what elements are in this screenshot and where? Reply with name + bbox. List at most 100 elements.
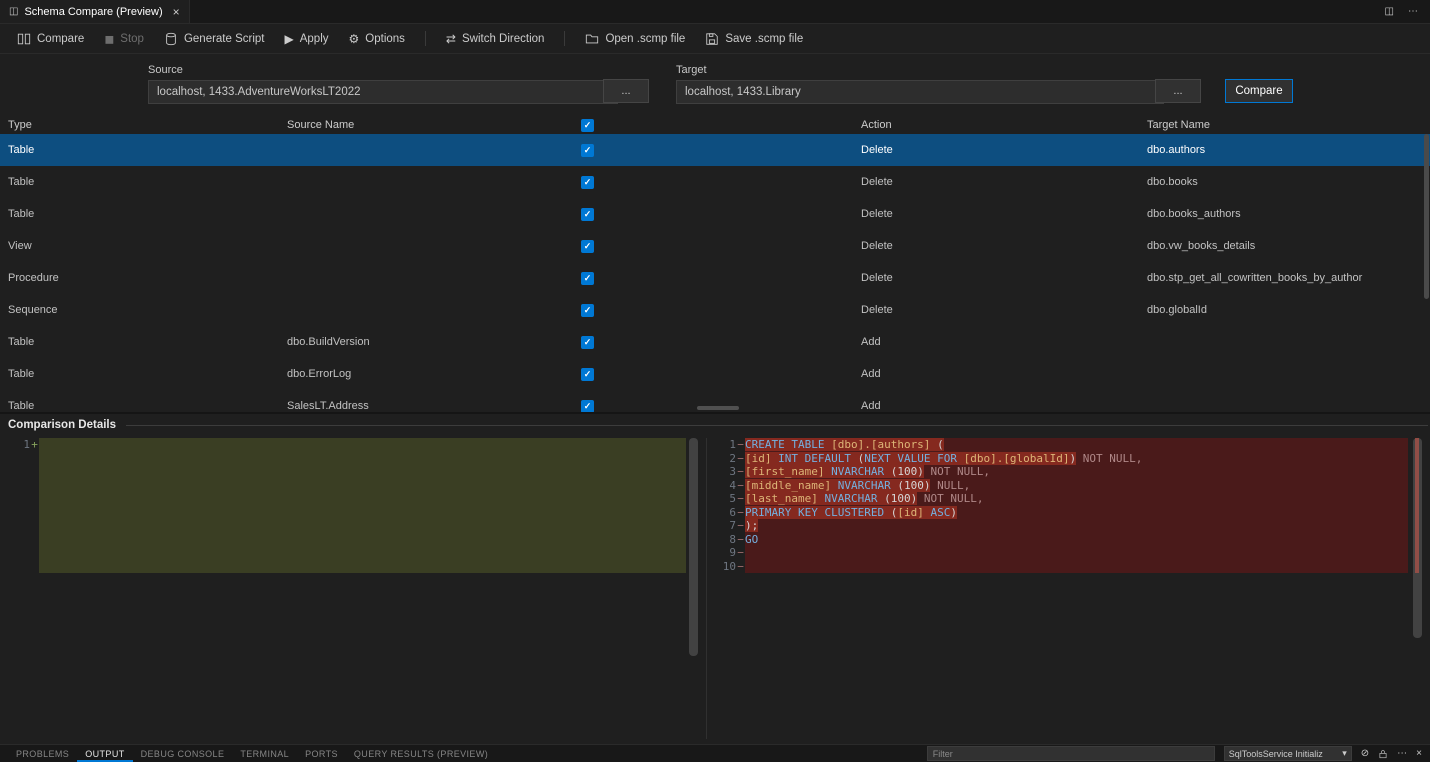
tab-close-icon[interactable]: ×: [173, 5, 180, 19]
check-icon: ✓: [584, 402, 592, 411]
code-token: ): [950, 506, 957, 519]
line-number: 7: [714, 519, 736, 533]
output-filter-input[interactable]: [927, 746, 1215, 761]
line-number: 9: [714, 546, 736, 560]
panel-tab-output[interactable]: OUTPUT: [77, 745, 132, 762]
more-actions-icon[interactable]: ⋯: [1408, 7, 1418, 17]
code-token: (100): [891, 465, 924, 478]
line-text: CREATE TABLE [dbo].[authors] (: [745, 438, 1408, 452]
stop-label: Stop: [120, 33, 144, 45]
options-button[interactable]: ⚙ Options: [340, 30, 414, 48]
row-target-name: dbo.books_authors: [1145, 208, 1430, 220]
diff-delete-marker: −: [736, 560, 745, 574]
code-token: [id]: [745, 452, 778, 465]
grid-row[interactable]: View ✓ Delete dbo.vw_books_details: [0, 230, 1430, 262]
panel-tab-debug-console[interactable]: DEBUG CONSOLE: [133, 745, 233, 762]
row-target-name: dbo.books: [1145, 176, 1430, 188]
source-pane-scrollbar[interactable]: [689, 438, 698, 656]
output-channel-select[interactable]: SqlToolsService Initializ ▾: [1224, 746, 1352, 761]
more-actions-icon[interactable]: ⋯: [1397, 749, 1407, 759]
code-token: GO: [745, 533, 758, 546]
gear-icon: ⚙: [349, 33, 360, 45]
diff-source-pane: 1 +: [8, 438, 700, 739]
select-all-checkbox[interactable]: ✓: [581, 119, 594, 132]
close-panel-icon[interactable]: ×: [1416, 749, 1422, 759]
generate-script-button[interactable]: Generate Script: [155, 29, 274, 49]
target-input[interactable]: [676, 80, 1164, 104]
panel-tab-query-results[interactable]: QUERY RESULTS (PREVIEW): [346, 745, 496, 762]
column-header-type[interactable]: Type: [0, 119, 280, 131]
diff-add-marker: +: [30, 438, 39, 452]
panel-tab-problems[interactable]: PROBLEMS: [8, 745, 77, 762]
source-browse-button[interactable]: ...: [603, 79, 649, 103]
line-number: 1: [8, 438, 30, 452]
code-token: );: [745, 519, 758, 532]
row-include-checkbox[interactable]: ✓: [581, 144, 594, 157]
diff-insert-region: [39, 438, 686, 573]
compare-button[interactable]: Compare: [1225, 79, 1293, 103]
grid-row[interactable]: Table dbo.BuildVersion ✓ Add: [0, 326, 1430, 358]
check-icon: ✓: [584, 146, 592, 155]
code-token: PRIMARY KEY CLUSTERED: [745, 506, 891, 519]
row-include-checkbox[interactable]: ✓: [581, 368, 594, 381]
row-include-checkbox[interactable]: ✓: [581, 208, 594, 221]
source-input[interactable]: [148, 80, 618, 104]
code-token: NULL,: [930, 479, 970, 492]
grid-row[interactable]: Table ✓ Delete dbo.books: [0, 166, 1430, 198]
column-header-target-name[interactable]: Target Name: [1145, 119, 1430, 131]
row-target-name: dbo.globalId: [1145, 304, 1430, 316]
row-include-checkbox[interactable]: ✓: [581, 400, 594, 413]
apply-button[interactable]: ▶ Apply: [276, 30, 338, 48]
scrollbar-thumb[interactable]: [1424, 134, 1429, 299]
switch-direction-icon: ⇄: [446, 33, 456, 45]
diff-code-line: 1 − CREATE TABLE [dbo].[authors] (: [714, 438, 1422, 452]
grid-row[interactable]: Procedure ✓ Delete dbo.stp_get_all_cowri…: [0, 262, 1430, 294]
code-token: CREATE TABLE: [745, 438, 831, 451]
save-scmp-button[interactable]: Save .scmp file: [696, 29, 812, 49]
schema-compare-icon: ◫: [9, 6, 18, 17]
compare-toolbar-button[interactable]: Compare: [8, 29, 93, 49]
check-icon: ✓: [584, 242, 592, 251]
panel-tab-ports[interactable]: PORTS: [297, 745, 346, 762]
grid-row[interactable]: Table dbo.ErrorLog ✓ Add: [0, 358, 1430, 390]
row-include-checkbox[interactable]: ✓: [581, 336, 594, 349]
clear-output-icon[interactable]: ⊘: [1361, 749, 1369, 759]
row-include-checkbox[interactable]: ✓: [581, 272, 594, 285]
play-icon: ▶: [285, 33, 294, 45]
grid-vertical-scrollbar[interactable]: [1423, 134, 1430, 406]
open-scmp-button[interactable]: Open .scmp file: [576, 29, 694, 49]
grid-row[interactable]: Table ✓ Delete dbo.authors: [0, 134, 1430, 166]
row-include-checkbox[interactable]: ✓: [581, 240, 594, 253]
code-token: (100): [884, 492, 917, 505]
code-token: NVARCHAR: [824, 492, 884, 505]
grid-row[interactable]: Table ✓ Delete dbo.books_authors: [0, 198, 1430, 230]
tab-schema-compare[interactable]: ◫ Schema Compare (Preview) ×: [0, 0, 190, 23]
split-editor-icon[interactable]: ◫: [1385, 7, 1394, 17]
editor-tab-bar: ◫ Schema Compare (Preview) × ◫ ⋯: [0, 0, 1430, 24]
grid-row[interactable]: Sequence ✓ Delete dbo.globalId: [0, 294, 1430, 326]
lock-scroll-icon[interactable]: [1378, 749, 1388, 759]
bottom-panel: PROBLEMS OUTPUT DEBUG CONSOLE TERMINAL P…: [0, 744, 1430, 762]
code-token: [dbo].[authors]: [831, 438, 937, 451]
target-pane-scrollbar[interactable]: [1413, 438, 1422, 638]
panel-tab-terminal[interactable]: TERMINAL: [232, 745, 297, 762]
target-browse-button[interactable]: ...: [1155, 79, 1201, 103]
code-token: NEXT VALUE FOR: [864, 452, 963, 465]
grid-horizontal-scrollbar[interactable]: [697, 406, 739, 410]
line-number: 3: [714, 465, 736, 479]
code-token: ASC: [930, 506, 950, 519]
row-type: Table: [0, 336, 280, 348]
switch-direction-label: Switch Direction: [462, 33, 544, 45]
column-header-action[interactable]: Action: [859, 119, 1145, 131]
stop-button[interactable]: ◼ Stop: [95, 30, 153, 48]
row-source-name: SalesLT.Address: [280, 400, 576, 412]
code-token: NOT NULL,: [924, 465, 990, 478]
diff-pane-splitter[interactable]: [700, 438, 714, 739]
row-include-checkbox[interactable]: ✓: [581, 176, 594, 189]
switch-direction-button[interactable]: ⇄ Switch Direction: [437, 30, 554, 48]
code-token: NVARCHAR: [831, 465, 891, 478]
line-number: 1: [714, 438, 736, 452]
column-header-source-name[interactable]: Source Name: [280, 119, 576, 131]
row-include-checkbox[interactable]: ✓: [581, 304, 594, 317]
line-number: 10: [714, 560, 736, 574]
